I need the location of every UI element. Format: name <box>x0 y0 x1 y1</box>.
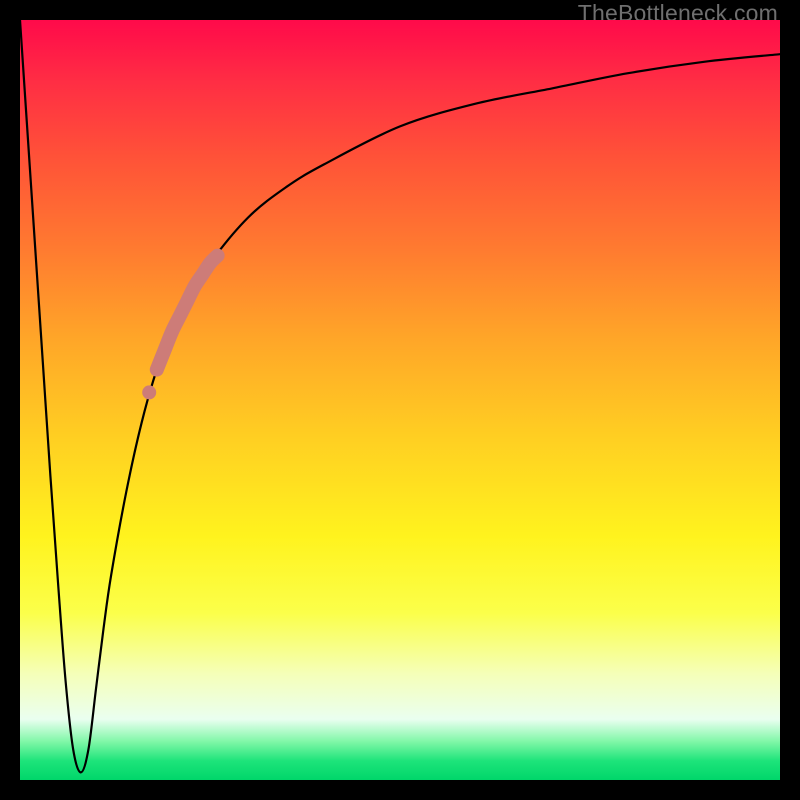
highlight-dot-icon <box>142 385 156 399</box>
curve-svg <box>20 20 780 780</box>
bottleneck-curve <box>20 20 780 772</box>
plot-area <box>20 20 780 780</box>
chart-frame: TheBottleneck.com <box>0 0 800 800</box>
highlight-segment <box>157 256 218 370</box>
